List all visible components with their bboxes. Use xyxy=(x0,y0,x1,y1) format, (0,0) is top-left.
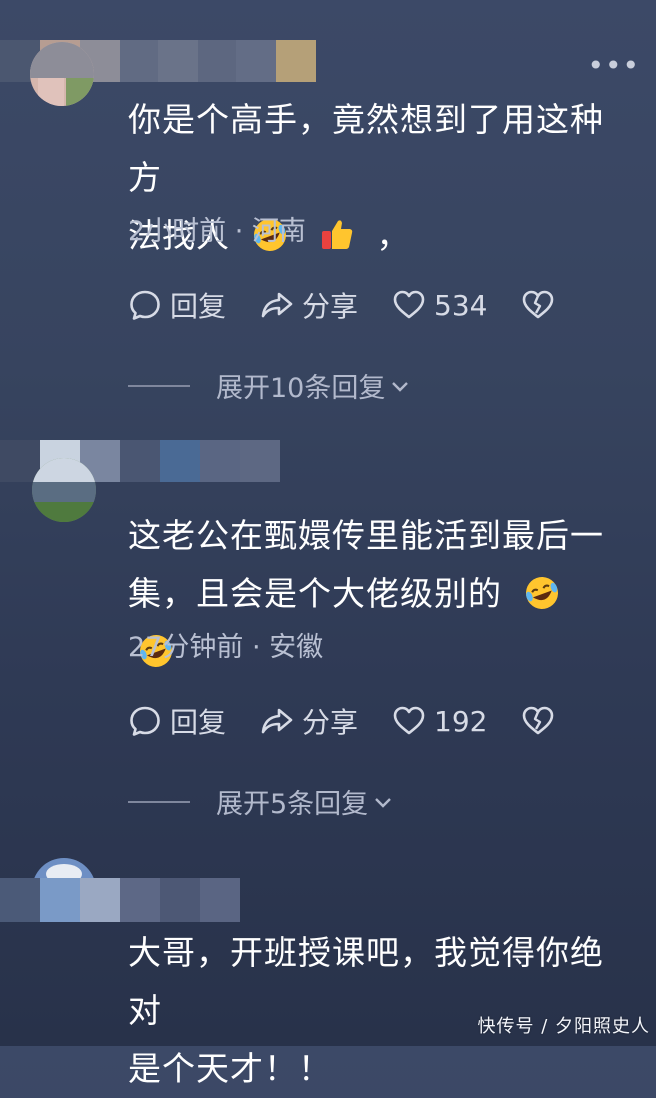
chevron-down-icon xyxy=(392,381,409,392)
comment-text-line: 你是个高手，竟然想到了用这种方 xyxy=(128,100,604,197)
comment-text-line: 这老公在甄嬛传里能活到最后一 xyxy=(128,516,604,555)
comment-2: 这老公在甄嬛传里能活到最后一 集，且会是个大佬级别的 27分钟前 · 安徽 回复… xyxy=(0,420,656,840)
laughing-tears-emoji xyxy=(525,577,558,609)
share-label: 分享 xyxy=(302,290,359,323)
comment-icon xyxy=(130,290,160,320)
heart-icon xyxy=(393,290,425,319)
more-icon[interactable]: ••• xyxy=(587,52,640,80)
like-button[interactable]: 192 xyxy=(392,704,487,738)
reply-button[interactable]: 回复 xyxy=(128,285,226,325)
expand-replies-button[interactable]: 展开5条回复 xyxy=(128,782,394,821)
expand-replies-button[interactable]: 展开10条回复 xyxy=(128,366,411,405)
comment-time-location: 27分钟前 · 安徽 xyxy=(128,632,324,663)
heart-icon xyxy=(393,706,425,735)
dislike-icon xyxy=(523,706,554,735)
comment-actions: 回复 分享 534 xyxy=(128,285,597,325)
reply-label: 回复 xyxy=(170,290,227,323)
divider xyxy=(128,800,190,803)
comment-text: 大哥，开班授课吧，我觉得你绝对 是个天才！！ xyxy=(128,924,628,1098)
comment-text-fragment: ， xyxy=(376,216,411,255)
comment-time-location: 2小时前 · 河南 xyxy=(128,216,306,247)
like-count: 192 xyxy=(434,704,488,738)
chevron-down-icon xyxy=(375,797,392,808)
share-button[interactable]: 分享 xyxy=(260,285,358,325)
dislike-button[interactable] xyxy=(521,704,563,738)
share-button[interactable]: 分享 xyxy=(260,701,358,741)
comment-text-fragment: 集，且会是个大佬级别的 xyxy=(128,574,502,613)
comment-1: ••• 你是个高手，竟然想到了用这种方 法找人 ， 2小时前 · 河南 回复 分… xyxy=(0,0,656,420)
share-icon xyxy=(261,708,293,734)
expand-replies-label: 展开5条回复 xyxy=(216,789,369,820)
reply-label: 回复 xyxy=(170,706,227,739)
watermark: 快传号 / 夕阳照史人 xyxy=(477,1016,650,1037)
comment-actions: 回复 分享 192 xyxy=(128,701,597,741)
avatar[interactable] xyxy=(32,458,96,522)
thumbs-up-emoji xyxy=(322,220,353,249)
share-icon xyxy=(261,292,293,318)
expand-replies-label: 展开10条回复 xyxy=(216,373,386,404)
reply-button[interactable]: 回复 xyxy=(128,701,226,741)
blurred-username xyxy=(0,878,240,922)
divider xyxy=(128,384,190,387)
comment-text-line: 是个天才！！ xyxy=(128,1049,332,1088)
avatar[interactable] xyxy=(30,42,94,106)
comment-icon xyxy=(130,706,160,736)
dislike-button[interactable] xyxy=(521,288,563,322)
share-label: 分享 xyxy=(302,706,359,739)
like-count: 534 xyxy=(434,288,488,322)
dislike-icon xyxy=(523,290,554,319)
like-button[interactable]: 534 xyxy=(392,288,487,322)
